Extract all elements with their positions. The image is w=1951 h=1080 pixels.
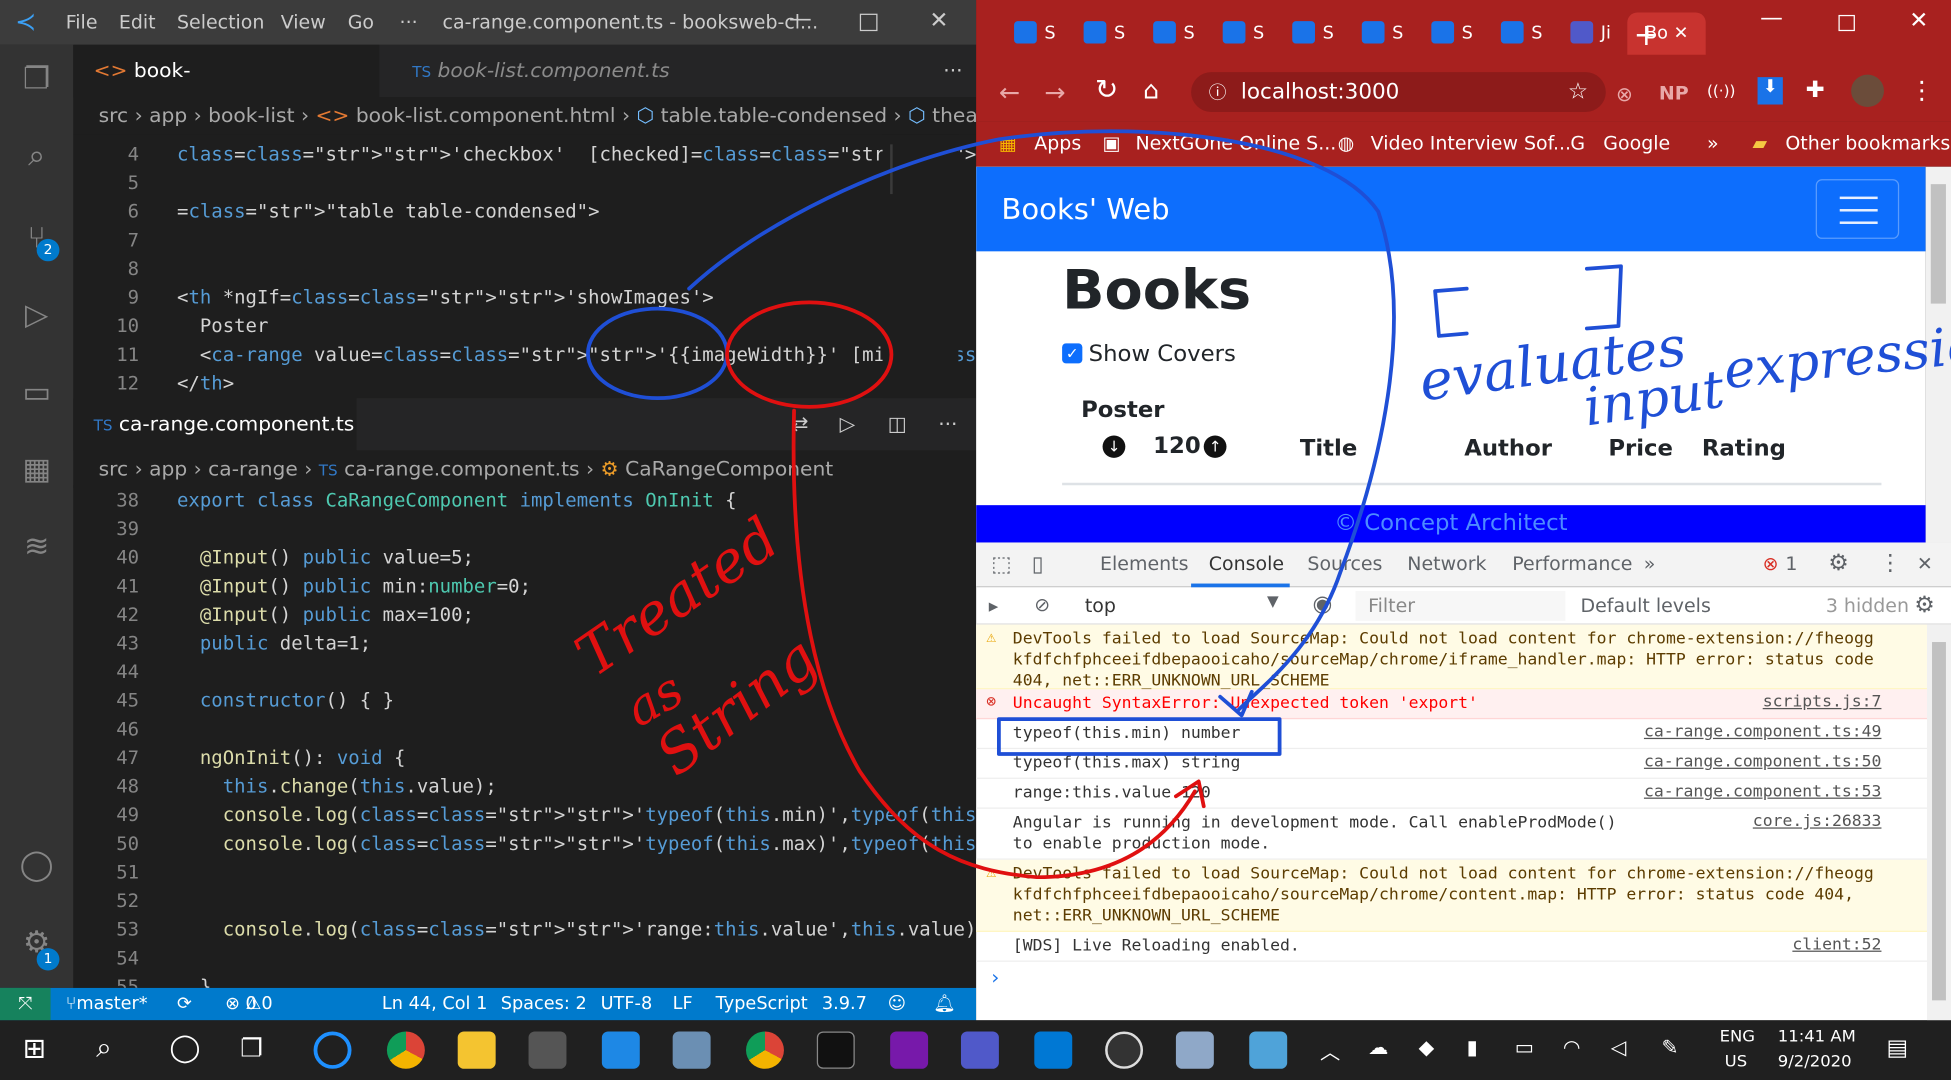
wifi-icon[interactable]: ◠ [1563,1035,1581,1059]
windows-taskbar: ⊞ ⌕ ◯ ❐ ︿ ☁ ◆ ▮ ▭ ◠ ◁ ✎ ENG US 11:41 AM … [0,1020,1951,1080]
cortana-app-icon[interactable] [313,1031,352,1069]
start-icon[interactable]: ⊞ [23,1034,46,1065]
chrome-icon[interactable] [746,1031,784,1069]
search-icon[interactable]: ⌕ [96,1033,112,1064]
blue-bracket-close [1584,264,1623,331]
pen-icon[interactable]: ✎ [1661,1035,1678,1059]
store-icon[interactable] [528,1031,567,1069]
app-icon[interactable] [1105,1031,1144,1069]
chrome-icon[interactable] [386,1031,425,1069]
mic-icon[interactable]: ▮ [1467,1035,1478,1059]
clock-date[interactable]: 9/2/2020 [1778,1053,1852,1072]
battery-icon[interactable]: ▭ [1515,1035,1534,1059]
notes-icon[interactable] [1249,1031,1288,1069]
mail-icon[interactable] [601,1031,640,1069]
volume-icon[interactable]: ◁ [1611,1035,1627,1059]
vscode-icon[interactable] [1034,1031,1073,1069]
paint-icon[interactable] [1175,1031,1214,1069]
pen-annotations: evaluates input expression Treated as St… [563,129,1951,880]
blue-arrowhead [1218,689,1254,718]
red-arrow [791,408,1197,880]
app-icon[interactable] [672,1031,711,1069]
notification-center-icon[interactable]: ▤ [1887,1035,1909,1061]
terminal-icon[interactable] [816,1031,855,1069]
blue-box-typeof-min [996,717,1282,756]
blue-bracket-open [1433,286,1469,338]
language-2[interactable]: US [1725,1053,1747,1072]
language-1[interactable]: ENG [1720,1028,1755,1047]
tray-chevron-icon[interactable]: ︿ [1320,1035,1340,1065]
onenote-icon[interactable] [890,1031,929,1069]
file-explorer-icon[interactable] [457,1031,496,1069]
cortana-icon[interactable]: ◯ [169,1033,200,1064]
teams-icon[interactable] [960,1031,999,1069]
dropbox-icon[interactable]: ◆ [1419,1035,1435,1059]
red-circle-max [725,300,894,409]
task-view-icon[interactable]: ❐ [240,1033,263,1063]
blue-circle-min [586,306,729,401]
annotation-expression: expression [1721,311,1951,401]
clock-time[interactable]: 11:41 AM [1778,1028,1856,1047]
cloud-icon[interactable]: ☁ [1368,1035,1388,1059]
